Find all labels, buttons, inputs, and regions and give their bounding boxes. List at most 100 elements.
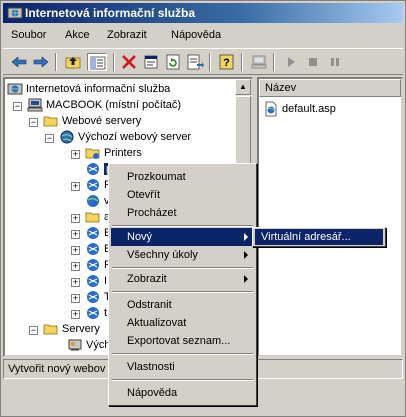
menu-item-prozkoumat[interactable]: Prozkoumat: [111, 168, 254, 186]
menu-item-prochazet[interactable]: Procházet: [111, 204, 254, 222]
computer-icon: [27, 97, 43, 113]
expand-toggle[interactable]: +: [71, 310, 80, 319]
web-site-icon: [85, 193, 101, 209]
menu-akce[interactable]: Akce: [65, 29, 89, 41]
export-icon[interactable]: [185, 53, 205, 71]
tree-item-f2[interactable]: F: [85, 257, 111, 273]
expand-toggle[interactable]: +: [71, 230, 80, 239]
title-bar[interactable]: Internetová informační služba: [3, 3, 403, 23]
web-app-icon: [85, 177, 101, 193]
menu-item-zobrazit[interactable]: Zobrazit: [111, 270, 254, 288]
tree-item-printers[interactable]: Printers: [85, 145, 142, 161]
tree-item-t2[interactable]: t: [85, 305, 107, 321]
ftp-site-icon: [67, 337, 83, 353]
play-icon[interactable]: [281, 53, 301, 71]
tree-item-i[interactable]: I: [85, 273, 107, 289]
list-item[interactable]: default.asp: [263, 101, 336, 117]
menu-separator: [112, 267, 253, 269]
expand-toggle[interactable]: +: [71, 262, 80, 271]
svg-text:?: ?: [223, 57, 230, 69]
back-icon[interactable]: [9, 53, 29, 71]
menu-separator: [112, 379, 253, 381]
help-icon[interactable]: ?: [217, 53, 237, 71]
tree-item-computer[interactable]: MACBOOK (místní počítač): [27, 97, 181, 113]
expand-toggle[interactable]: +: [71, 182, 80, 191]
web-app-icon: [85, 161, 101, 177]
refresh-icon[interactable]: [163, 53, 183, 71]
iis-app-icon: [7, 5, 23, 21]
menu-napoveda[interactable]: Nápověda: [171, 29, 221, 41]
tree-item-ftp-default[interactable]: Vých: [67, 337, 110, 353]
menu-item-novy[interactable]: Nový: [111, 228, 254, 246]
expand-toggle[interactable]: +: [71, 214, 80, 223]
tree-item-ftp-sites[interactable]: Servery: [43, 321, 100, 337]
expand-toggle[interactable]: −: [45, 134, 54, 143]
stop-icon[interactable]: [303, 53, 323, 71]
web-app-icon: [85, 305, 101, 321]
web-app-icon: [85, 241, 101, 257]
tree-item-v[interactable]: v: [85, 193, 110, 209]
toolbar-separator: [55, 53, 57, 71]
submenu-arrow-icon: [244, 251, 248, 259]
menu-separator: [112, 225, 253, 227]
expand-toggle[interactable]: +: [71, 294, 80, 303]
menu-item-exportovat-seznam[interactable]: Exportovat seznam...: [111, 332, 254, 350]
menu-soubor[interactable]: Soubor: [11, 29, 46, 41]
expand-toggle[interactable]: +: [71, 278, 80, 287]
menu-item-odstranit[interactable]: Odstranit: [111, 296, 254, 314]
tree-item-a[interactable]: a: [85, 209, 110, 225]
status-text: Vytvořit nový webov: [8, 363, 106, 375]
folder-open-icon: [43, 321, 59, 337]
column-header-name[interactable]: Název: [259, 79, 401, 97]
submenu-arrow-icon: [244, 275, 248, 283]
tree-item-f1[interactable]: F: [85, 177, 111, 193]
up-icon[interactable]: [63, 53, 83, 71]
menu-separator: [112, 291, 253, 293]
computer-icon[interactable]: [249, 53, 269, 71]
menu-item-otevrit[interactable]: Otevřít: [111, 186, 254, 204]
tree-item-t1[interactable]: T: [85, 289, 111, 305]
web-app-icon: [85, 273, 101, 289]
iis-icon: [7, 81, 23, 97]
expand-toggle[interactable]: −: [29, 326, 38, 335]
web-app-icon: [85, 225, 101, 241]
menu-item-aktualizovat[interactable]: Aktualizovat: [111, 314, 254, 332]
folder-icon: [85, 209, 101, 225]
window-title: Internetová informační služba: [25, 6, 196, 20]
web-site-icon: [59, 129, 75, 145]
tree-item-default-site[interactable]: Výchozí webový server: [59, 129, 191, 145]
web-app-icon: [85, 257, 101, 273]
show-tree-icon[interactable]: [87, 53, 107, 71]
menu-item-napoveda[interactable]: Nápověda: [111, 384, 254, 402]
menu-separator: [112, 353, 253, 355]
menu-item-vlastnosti[interactable]: Vlastnosti: [111, 358, 254, 376]
context-menu: Prozkoumat Otevřít Procházet Nový Všechn…: [108, 163, 257, 406]
menu-item-virtualni-adresar[interactable]: Virtuální adresář...: [255, 229, 383, 245]
submenu-novy: Virtuální adresář...: [252, 227, 386, 247]
asp-file-icon: [263, 101, 279, 117]
folder-icon: [85, 145, 101, 161]
expand-toggle[interactable]: +: [71, 246, 80, 255]
expand-toggle[interactable]: −: [13, 102, 22, 111]
properties-icon[interactable]: [141, 53, 161, 71]
pause-icon[interactable]: [325, 53, 345, 71]
expand-toggle[interactable]: −: [29, 118, 38, 127]
toolbar: ?: [3, 48, 403, 75]
scroll-up-icon[interactable]: ▲: [235, 79, 251, 95]
submenu-arrow-icon: [244, 233, 248, 241]
menu-item-vsechny-ukoly[interactable]: Všechny úkoly: [111, 246, 254, 264]
menu-zobrazit[interactable]: Zobrazit: [107, 29, 147, 41]
forward-icon[interactable]: [31, 53, 51, 71]
toolbar-separator: [209, 53, 211, 71]
tree-item-web-sites[interactable]: Webové servery: [43, 113, 141, 129]
list-pane[interactable]: Název default.asp: [257, 77, 403, 357]
delete-icon[interactable]: [119, 53, 139, 71]
web-app-icon: [85, 289, 101, 305]
toolbar-separator: [113, 53, 115, 71]
folder-open-icon: [43, 113, 59, 129]
toolbar-separator: [241, 53, 243, 71]
menu-bar: Soubor Akce Zobrazit Nápověda: [3, 25, 403, 47]
tree-item-root[interactable]: Internetová informační služba: [7, 81, 170, 97]
expand-toggle[interactable]: +: [71, 150, 80, 159]
toolbar-separator: [273, 53, 275, 71]
